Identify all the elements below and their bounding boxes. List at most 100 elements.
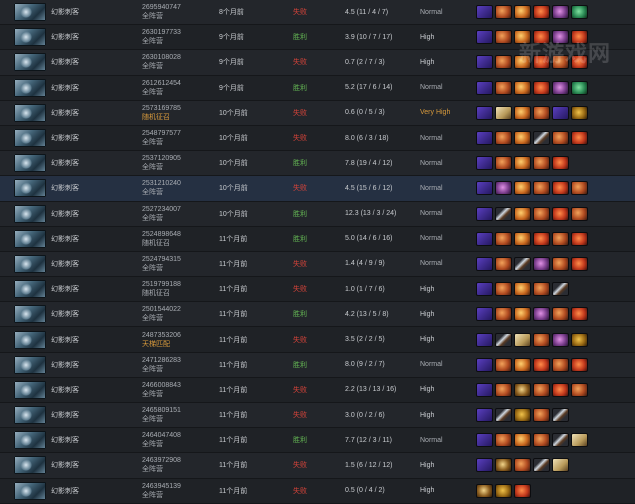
item-desol-icon[interactable] (552, 181, 569, 196)
item-scroll-icon[interactable] (571, 433, 588, 448)
match-row[interactable]: 幻影刺客 2612612454 全阵营 9个月前 胜利 5.2 (17 / 6 … (0, 75, 635, 101)
item-skadi-icon[interactable] (552, 332, 569, 347)
hero-portrait-icon[interactable] (14, 78, 46, 97)
hero-portrait-icon[interactable] (14, 103, 46, 122)
item-desol-icon[interactable] (533, 55, 550, 70)
match-id[interactable]: 2630108028 (142, 53, 212, 62)
hero-portrait-icon[interactable] (14, 280, 46, 299)
match-row[interactable]: 幻影刺客 2463972908 全阵营 11个月前 失败 1.5 (6 / 12… (0, 453, 635, 479)
item-power-icon[interactable] (514, 458, 531, 473)
item-power-icon[interactable] (495, 433, 512, 448)
item-bkb-icon[interactable] (495, 458, 512, 473)
hero-name[interactable]: 幻影刺客 (51, 133, 79, 143)
match-id[interactable]: 2464047408 (142, 431, 212, 440)
item-phase-icon[interactable] (476, 231, 493, 246)
item-power-icon[interactable] (552, 231, 569, 246)
hero-name[interactable]: 幻影刺客 (51, 385, 79, 395)
item-power-icon[interactable] (495, 382, 512, 397)
item-sword-icon[interactable] (552, 408, 569, 423)
item-desol-icon[interactable] (571, 30, 588, 45)
hero-portrait-icon[interactable] (14, 179, 46, 198)
item-phase-icon[interactable] (476, 357, 493, 372)
item-power-icon[interactable] (571, 181, 588, 196)
item-desol-icon[interactable] (571, 131, 588, 146)
hero-name[interactable]: 幻影刺客 (51, 32, 79, 42)
match-id[interactable]: 2501544022 (142, 305, 212, 314)
item-bfury-icon[interactable] (514, 206, 531, 221)
item-butter-icon[interactable] (571, 5, 588, 20)
hero-portrait-icon[interactable] (14, 380, 46, 399)
item-phase-icon[interactable] (476, 307, 493, 322)
match-id[interactable]: 2630197733 (142, 28, 212, 37)
hero-portrait-icon[interactable] (14, 129, 46, 148)
match-row[interactable]: 幻影刺客 2524898648 随机征召 11个月前 胜利 5.0 (14 / … (0, 226, 635, 252)
item-power-icon[interactable] (552, 55, 569, 70)
match-id[interactable]: 2695940747 (142, 3, 212, 12)
match-row[interactable]: 幻影刺客 2465809151 全阵营 11个月前 失败 3.0 (0 / 2 … (0, 403, 635, 429)
item-phase-icon[interactable] (476, 156, 493, 171)
item-desol-icon[interactable] (571, 231, 588, 246)
item-desol-icon[interactable] (533, 30, 550, 45)
item-phase-icon[interactable] (476, 80, 493, 95)
match-id[interactable]: 2524794315 (142, 255, 212, 264)
hero-name[interactable]: 幻影刺客 (51, 335, 79, 345)
item-scroll-icon[interactable] (514, 332, 531, 347)
item-desol-icon[interactable] (533, 80, 550, 95)
item-bkb-icon[interactable] (476, 483, 493, 498)
hero-portrait-icon[interactable] (14, 3, 46, 22)
item-bfury-icon[interactable] (514, 30, 531, 45)
hero-portrait-icon[interactable] (14, 330, 46, 349)
hero-name[interactable]: 幻影刺客 (51, 259, 79, 269)
item-power-icon[interactable] (552, 131, 569, 146)
item-power-icon[interactable] (495, 282, 512, 297)
item-desol-icon[interactable] (571, 256, 588, 271)
item-power-icon[interactable] (495, 357, 512, 372)
hero-name[interactable]: 幻影刺客 (51, 284, 79, 294)
item-power-icon[interactable] (552, 307, 569, 322)
match-id[interactable]: 2519799188 (142, 280, 212, 289)
item-mkb-icon[interactable] (514, 408, 531, 423)
hero-portrait-icon[interactable] (14, 355, 46, 374)
item-power-icon[interactable] (552, 357, 569, 372)
item-mkb-icon[interactable] (495, 483, 512, 498)
match-row[interactable]: 幻影刺客 2471286283 全阵营 11个月前 胜利 8.0 (9 / 2 … (0, 352, 635, 378)
match-id[interactable]: 2466008843 (142, 381, 212, 390)
item-desol-icon[interactable] (571, 55, 588, 70)
hero-name[interactable]: 幻影刺客 (51, 486, 79, 496)
item-phase-icon[interactable] (476, 206, 493, 221)
item-bfury-icon[interactable] (514, 231, 531, 246)
hero-portrait-icon[interactable] (14, 481, 46, 500)
item-bfury-icon[interactable] (514, 282, 531, 297)
match-id[interactable]: 2463972908 (142, 456, 212, 465)
hero-name[interactable]: 幻影刺客 (51, 57, 79, 67)
match-id[interactable]: 2463945139 (142, 482, 212, 491)
item-desol-icon[interactable] (533, 357, 550, 372)
item-mkb-icon[interactable] (571, 332, 588, 347)
item-phase-icon[interactable] (476, 458, 493, 473)
item-power-icon[interactable] (533, 408, 550, 423)
item-scroll-icon[interactable] (552, 458, 569, 473)
hero-name[interactable]: 幻影刺客 (51, 435, 79, 445)
item-sword-icon[interactable] (552, 433, 569, 448)
item-power-icon[interactable] (495, 55, 512, 70)
match-row[interactable]: 幻影刺客 2501544022 全阵营 11个月前 胜利 4.2 (13 / 5… (0, 302, 635, 328)
item-bfury-icon[interactable] (514, 131, 531, 146)
match-id[interactable]: 2537120905 (142, 154, 212, 163)
match-row[interactable]: 幻影刺客 2573169785 随机征召 10个月前 失败 0.6 (0 / 5… (0, 100, 635, 126)
item-desol-icon[interactable] (514, 483, 531, 498)
hero-name[interactable]: 幻影刺客 (51, 108, 79, 118)
match-id[interactable]: 2527234007 (142, 205, 212, 214)
match-id[interactable]: 2524898648 (142, 230, 212, 239)
match-row[interactable]: 幻影刺客 2524794315 全阵营 11个月前 失败 1.4 (4 / 9 … (0, 251, 635, 278)
item-butter-icon[interactable] (571, 80, 588, 95)
match-row[interactable]: 幻影刺客 2527234007 全阵营 10个月前 胜利 12.3 (13 / … (0, 201, 635, 227)
hero-name[interactable]: 幻影刺客 (51, 83, 79, 93)
item-skadi-icon[interactable] (552, 80, 569, 95)
item-sword-icon[interactable] (495, 206, 512, 221)
item-phase-icon[interactable] (476, 55, 493, 70)
item-power-icon[interactable] (495, 307, 512, 322)
item-bfury-icon[interactable] (514, 181, 531, 196)
match-row[interactable]: 幻影刺客 2548797577 全阵营 10个月前 失败 8.0 (6 / 3 … (0, 125, 635, 152)
item-phase-icon[interactable] (476, 282, 493, 297)
item-power-icon[interactable] (533, 332, 550, 347)
